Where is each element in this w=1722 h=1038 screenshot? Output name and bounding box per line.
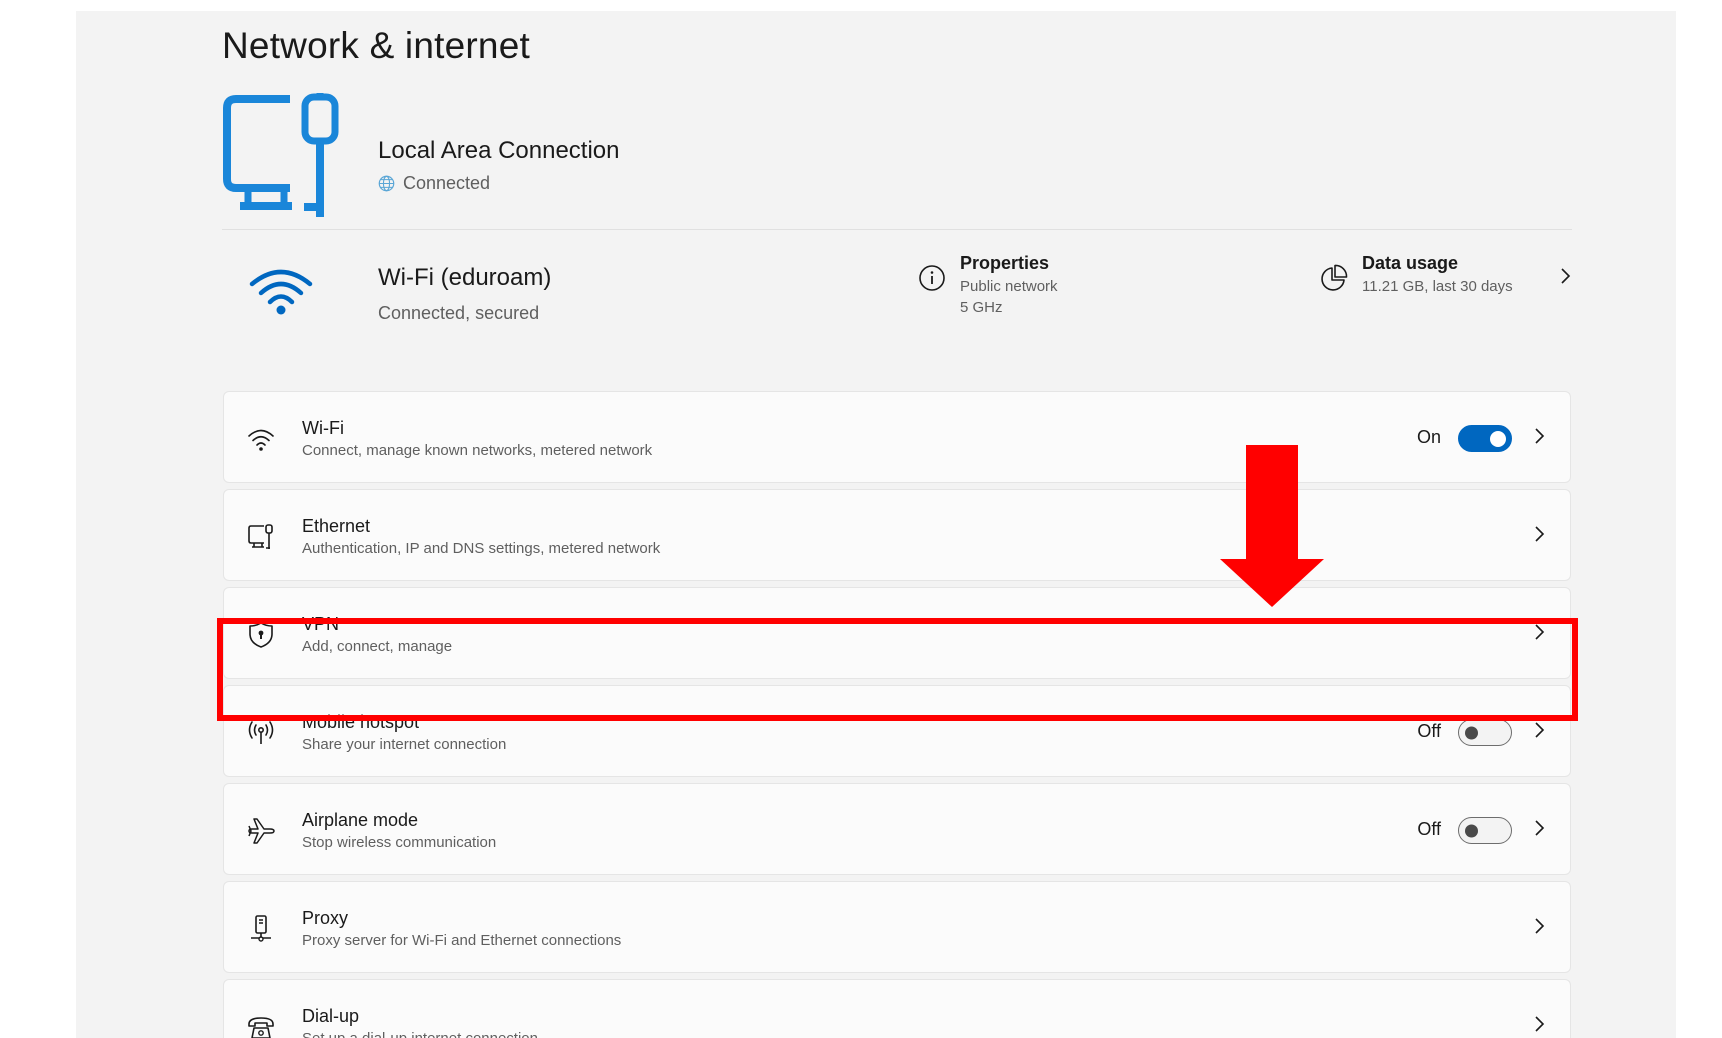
toggle-state-text: Off: [1417, 819, 1441, 839]
airplane-icon: [248, 818, 275, 844]
wifi-icon: [248, 429, 274, 451]
settings-item-label: Ethernet: [302, 516, 371, 536]
settings-item-vpn[interactable]: VPN Add, connect, manage: [223, 587, 1571, 679]
toggle-state-text: On: [1416, 427, 1441, 447]
wifi-toggle[interactable]: [1458, 425, 1512, 452]
wifi-network-name: Wi-Fi (eduroam): [378, 264, 552, 291]
data-usage-link[interactable]: Data usage 11.21 GB, last 30 days: [1320, 250, 1572, 297]
lan-status: Connected: [378, 173, 490, 194]
wifi-connection-summary[interactable]: Wi-Fi (eduroam) Connected, secured Prope…: [222, 236, 1572, 346]
settings-item-desc: Add, connect, manage: [302, 638, 453, 655]
settings-item-desc: Set up a dial-up internet connection: [302, 1030, 538, 1038]
chevron-right-icon: [1532, 916, 1546, 936]
chevron-right-icon: [1532, 720, 1546, 740]
settings-item-label: Mobile hotspot: [302, 712, 420, 732]
lan-connection-header[interactable]: Local Area Connection Connected: [222, 93, 1572, 229]
data-usage-label: Data usage: [1362, 253, 1459, 273]
network-type: Public network: [960, 278, 1058, 295]
settings-item-mobile-hotspot[interactable]: Mobile hotspot Share your internet conne…: [223, 685, 1571, 777]
settings-item-desc: Connect, manage known networks, metered …: [302, 442, 653, 459]
mobile-hotspot-toggle[interactable]: [1458, 719, 1512, 746]
ethernet-monitor-icon: [223, 93, 339, 217]
settings-item-proxy[interactable]: Proxy Proxy server for Wi-Fi and Etherne…: [223, 881, 1571, 973]
proxy-server-icon: [251, 915, 271, 942]
lan-status-text: Connected: [403, 173, 491, 193]
shield-icon: [249, 622, 273, 648]
settings-item-ethernet[interactable]: Ethernet Authentication, IP and DNS sett…: [223, 489, 1571, 581]
page-title: Network & internet: [222, 25, 530, 66]
dial-up-phone-icon: [248, 1017, 274, 1038]
chevron-right-icon: [1532, 1014, 1546, 1034]
wifi-signal-icon: [249, 269, 313, 315]
pie-chart-icon: [1321, 264, 1348, 291]
hotspot-icon: [248, 721, 274, 744]
settings-item-label: Proxy: [302, 908, 349, 928]
settings-item-wifi[interactable]: Wi-Fi Connect, manage known networks, me…: [223, 391, 1571, 483]
settings-item-label: Airplane mode: [302, 810, 419, 830]
chevron-right-icon: [1558, 266, 1572, 286]
settings-window: Network & internet Local Area Connection…: [76, 11, 1676, 1038]
data-usage-detail: 11.21 GB, last 30 days: [1362, 278, 1513, 295]
properties-label: Properties: [960, 253, 1050, 273]
divider: [222, 229, 1572, 230]
chevron-right-icon: [1532, 524, 1546, 544]
settings-item-dial-up[interactable]: Dial-up Set up a dial-up internet connec…: [223, 979, 1571, 1038]
settings-item-airplane-mode[interactable]: Airplane mode Stop wireless communicatio…: [223, 783, 1571, 875]
ethernet-icon: [248, 524, 273, 549]
chevron-right-icon: [1532, 818, 1546, 838]
info-icon: [919, 265, 945, 291]
network-band: 5 GHz: [960, 299, 1003, 316]
globe-icon: [378, 175, 395, 192]
settings-list: Wi-Fi Connect, manage known networks, me…: [223, 391, 1571, 1038]
settings-item-label: VPN: [302, 614, 340, 634]
properties-text: Properties Public network 5 GHz: [960, 250, 1058, 318]
airplane-mode-toggle[interactable]: [1458, 817, 1512, 844]
chevron-right-icon: [1532, 622, 1546, 642]
toggle-state-text: Off: [1417, 721, 1441, 741]
settings-item-desc: Share your internet connection: [302, 736, 507, 753]
wifi-network-status: Connected, secured: [378, 303, 540, 323]
settings-item-label: Wi-Fi: [302, 418, 344, 438]
settings-item-label: Dial-up: [302, 1006, 360, 1026]
settings-item-desc: Stop wireless communication: [302, 834, 497, 851]
data-usage-text: Data usage 11.21 GB, last 30 days: [1362, 250, 1513, 297]
settings-item-desc: Authentication, IP and DNS settings, met…: [302, 540, 661, 557]
chevron-right-icon: [1532, 426, 1546, 446]
settings-item-desc: Proxy server for Wi-Fi and Ethernet conn…: [302, 932, 622, 949]
lan-title: Local Area Connection: [378, 137, 620, 164]
properties-link[interactable]: Properties Public network 5 GHz: [918, 250, 1058, 318]
